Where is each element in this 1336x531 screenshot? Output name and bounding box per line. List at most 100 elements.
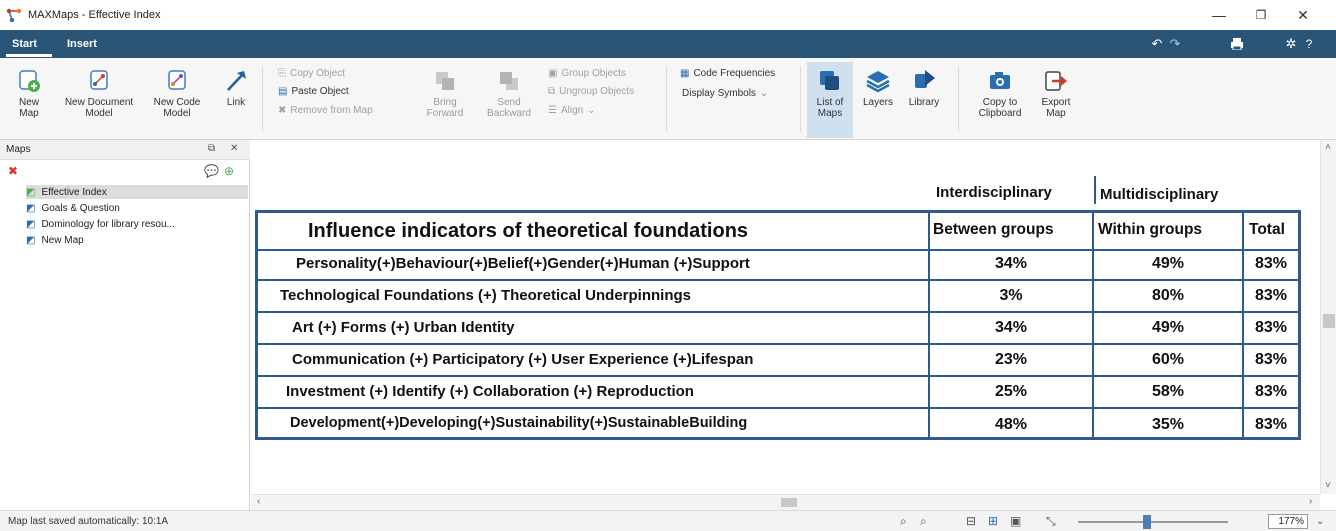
- column-header-indicators: Influence indicators of theoretical foun…: [308, 220, 749, 242]
- zoom-level-field[interactable]: 177%: [1268, 514, 1308, 529]
- display-symbols-dropdown[interactable]: Display Symbols ⌄: [682, 88, 768, 99]
- settings-icon[interactable]: ✲: [1282, 36, 1300, 52]
- tree-item-dominology[interactable]: ◩ Dominology for library resou...: [26, 217, 175, 231]
- paste-object-button[interactable]: ▤ Paste Object: [278, 86, 349, 97]
- map-canvas[interactable]: Interdisciplinary Multidisciplinary Infl…: [251, 140, 1336, 510]
- undo-icon[interactable]: ↶: [1148, 36, 1166, 52]
- zoom-reset-icon[interactable]: ⤡: [1046, 514, 1056, 529]
- zoom-slider-track[interactable]: [1078, 521, 1228, 523]
- minimize-button[interactable]: —: [1202, 4, 1236, 26]
- align-dropdown[interactable]: ☰ Align ⌄: [548, 105, 596, 116]
- ungroup-icon: ⧉: [548, 86, 556, 97]
- list-of-maps-button[interactable]: List of Maps: [808, 68, 852, 119]
- column-header-between-groups: Between groups: [933, 221, 1054, 238]
- tree-item-effective-index[interactable]: ◩ Effective Index: [26, 185, 248, 199]
- help-icon[interactable]: ?: [1300, 36, 1318, 52]
- send-backward-button[interactable]: Send Backward: [478, 68, 540, 119]
- scroll-right-icon[interactable]: ›: [1309, 496, 1312, 507]
- horizontal-scrollbar[interactable]: ‹ ›: [251, 494, 1320, 510]
- map-icon: ◩: [26, 218, 36, 230]
- new-code-model-label: New Code Model: [153, 97, 201, 119]
- copy-icon: ⎘: [278, 68, 286, 79]
- fit-width-icon[interactable]: ⊟: [966, 514, 976, 528]
- fit-page-icon[interactable]: ⊞: [988, 514, 998, 528]
- zoom-out-icon[interactable]: ⌕: [900, 514, 907, 529]
- layers-icon: [866, 71, 890, 93]
- table-row-label: Art (+) Forms (+) Urban Identity: [292, 319, 515, 336]
- bring-forward-label: Bring Forward: [426, 97, 464, 119]
- group-header-interdisciplinary: Interdisciplinary: [936, 184, 1052, 201]
- autosave-status: Map last saved automatically: 10:1A: [8, 516, 169, 527]
- maximize-button[interactable]: ❐: [1244, 4, 1278, 26]
- group-objects-button[interactable]: ▣ Group Objects: [548, 68, 626, 79]
- map-icon: ◩: [26, 234, 36, 246]
- tab-insert[interactable]: Insert: [67, 38, 97, 50]
- library-label: Library: [908, 97, 940, 108]
- remove-from-map-button[interactable]: ✖ Remove from Map: [278, 105, 373, 116]
- new-document-model-button[interactable]: New Document Model: [60, 68, 138, 119]
- layers-button[interactable]: Layers: [860, 68, 896, 108]
- code-frequencies-button[interactable]: ▦ Code Frequencies: [680, 68, 775, 79]
- vertical-scroll-thumb[interactable]: [1323, 314, 1335, 328]
- tab-start[interactable]: Start: [12, 38, 37, 50]
- group-objects-label: Group Objects: [561, 68, 626, 79]
- new-map-button[interactable]: New Map: [12, 68, 46, 119]
- scroll-up-icon[interactable]: ˄: [1325, 142, 1331, 153]
- table-cell-between: 48%: [994, 416, 1028, 433]
- remove-from-map-label: Remove from Map: [290, 105, 373, 116]
- ribbon-separator: [666, 66, 667, 132]
- table-cell-total: 83%: [1254, 351, 1288, 368]
- table-row-label: Development(+)Developing(+)Sustainabilit…: [290, 415, 748, 431]
- table-cell-total: 83%: [1254, 416, 1288, 433]
- table-cell-between: 34%: [994, 319, 1028, 336]
- actual-size-icon[interactable]: ▣: [1010, 514, 1021, 528]
- ribbon-separator: [800, 66, 801, 132]
- new-map-label: New Map: [18, 97, 39, 119]
- status-bar: Map last saved automatically: 10:1A ⌕ ⌕ …: [0, 510, 1336, 531]
- zoom-dropdown-icon[interactable]: ⌄: [1316, 516, 1324, 527]
- redo-icon[interactable]: ↷: [1166, 36, 1184, 52]
- copy-to-clipboard-button[interactable]: Copy to Clipboard: [972, 68, 1028, 119]
- horizontal-scroll-thumb[interactable]: [781, 498, 797, 507]
- copy-object-button[interactable]: ⎘ Copy Object: [278, 68, 345, 79]
- delete-map-icon[interactable]: ✖: [8, 164, 18, 178]
- close-button[interactable]: ✕: [1286, 4, 1320, 26]
- float-panel-icon[interactable]: ⧉: [208, 143, 215, 154]
- copy-to-clipboard-label: Copy to Clipboard: [978, 97, 1022, 119]
- export-map-button[interactable]: Export Map: [1036, 68, 1076, 119]
- close-panel-icon[interactable]: ✕: [230, 143, 238, 154]
- maps-panel-title: Maps: [6, 144, 31, 155]
- ribbon: New Map New Document Model New Code Mode…: [0, 58, 1336, 140]
- table-row-label: Investment (+) Identify (+) Collaboratio…: [286, 383, 694, 400]
- zoom-in-icon[interactable]: ⌕: [920, 514, 927, 529]
- chevron-down-icon: ⌄: [587, 105, 596, 116]
- table-row-label: Communication (+) Participatory (+) User…: [292, 351, 754, 368]
- ungroup-objects-button[interactable]: ⧉ Ungroup Objects: [548, 86, 634, 97]
- scroll-down-icon[interactable]: ˅: [1325, 480, 1331, 491]
- code-model-icon: [168, 70, 186, 90]
- new-code-model-button[interactable]: New Code Model: [146, 68, 208, 119]
- bring-forward-button[interactable]: Bring Forward: [418, 68, 472, 119]
- zoom-slider-thumb[interactable]: [1143, 515, 1151, 529]
- new-map-small-icon[interactable]: ⊕: [224, 164, 234, 178]
- table-row-label: Technological Foundations (+) Theoretica…: [280, 287, 691, 304]
- print-icon[interactable]: [1228, 36, 1246, 52]
- map-icon: ◩: [26, 202, 36, 214]
- align-label: Align: [560, 105, 584, 116]
- vertical-scrollbar[interactable]: ˄ ˅: [1320, 140, 1336, 494]
- indicators-table[interactable]: Influence indicators of theoretical foun…: [255, 210, 1301, 440]
- column-header-total: Total: [1249, 221, 1285, 238]
- link-button[interactable]: Link: [222, 68, 250, 108]
- tree-item-new-map[interactable]: ◩ New Map: [26, 233, 84, 247]
- table-cell-between: 34%: [994, 255, 1028, 272]
- bring-forward-icon: [436, 72, 454, 90]
- scroll-left-icon[interactable]: ‹: [257, 496, 260, 507]
- library-button[interactable]: Library: [904, 68, 944, 108]
- tree-item-goals-question[interactable]: ◩ Goals & Question: [26, 201, 120, 215]
- code-frequencies-icon: ▦: [680, 68, 690, 79]
- table-cell-between: 25%: [994, 383, 1028, 400]
- export-map-label: Export Map: [1041, 97, 1071, 119]
- table-row-label: Personality(+)Behaviour(+)Belief(+)Gende…: [296, 255, 750, 272]
- link-label: Link: [226, 97, 246, 108]
- comment-icon[interactable]: 💬: [204, 164, 219, 178]
